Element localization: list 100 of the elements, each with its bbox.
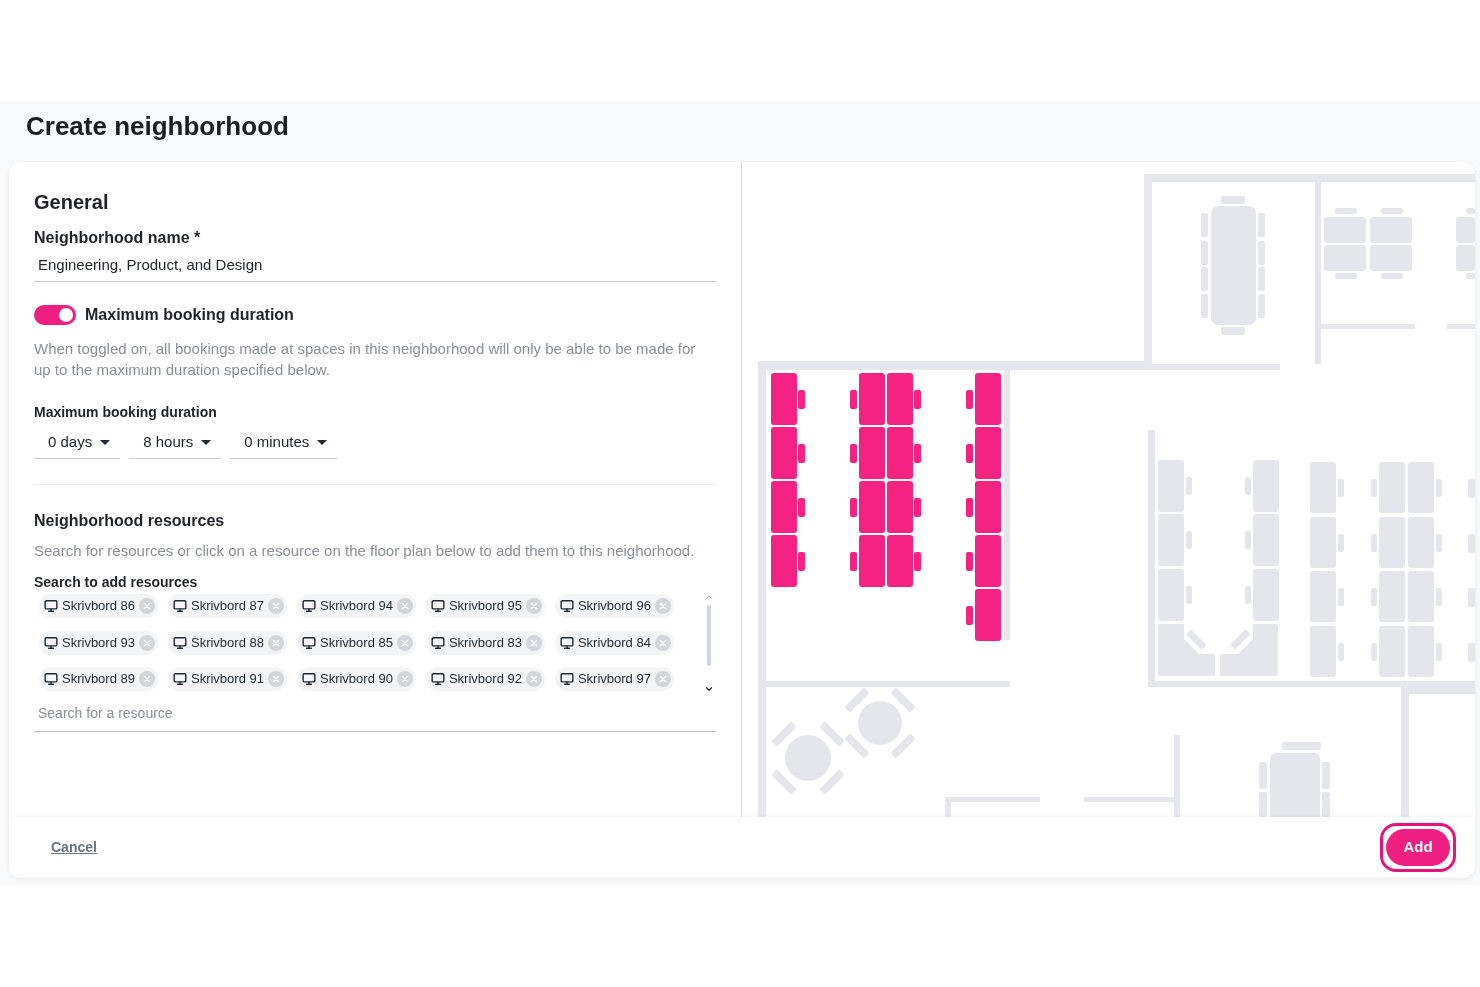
duration-select[interactable]: 8 hours <box>129 427 222 459</box>
desk[interactable] <box>966 373 1001 425</box>
chair <box>1322 762 1330 789</box>
section-heading: General <box>34 190 110 215</box>
monitor-icon <box>44 635 58 650</box>
remove-icon[interactable] <box>267 634 284 651</box>
desk[interactable] <box>771 481 805 533</box>
remove-icon[interactable] <box>139 671 155 688</box>
desk[interactable] <box>850 535 885 587</box>
chip-label: Skrivbord 87 <box>191 598 264 614</box>
desk[interactable] <box>771 535 805 587</box>
field-label: Search to add resources <box>34 573 199 592</box>
desk[interactable] <box>966 535 1001 587</box>
chair <box>1468 588 1475 607</box>
wall <box>1447 324 1475 329</box>
monitor-icon <box>301 635 316 650</box>
monitor-icon <box>430 635 445 650</box>
remove-icon[interactable] <box>139 634 155 651</box>
round-table <box>858 701 902 745</box>
description-text: When toggled on, all bookings made at spaces in this neighborhood will only be able to be made for up to the maximum duration specified below. <box>34 339 697 380</box>
cancel-link[interactable]: Cancel <box>51 837 97 858</box>
monitor-icon <box>173 599 187 613</box>
monitor-icon <box>301 672 316 687</box>
search-field[interactable]: Search for a resource <box>34 703 716 732</box>
toggle-switch[interactable] <box>34 305 76 325</box>
remove-icon[interactable] <box>654 598 671 614</box>
section-heading: Neighborhood resources <box>34 511 226 531</box>
desk[interactable] <box>771 373 805 425</box>
chip-label: Skrivbord 91 <box>191 671 264 688</box>
monitor-icon <box>559 599 574 613</box>
toggle-label: Maximum booking duration <box>85 305 294 325</box>
desk[interactable] <box>887 373 921 425</box>
duration-select[interactable]: 0 minutes <box>230 427 338 459</box>
monitor-icon <box>173 672 187 687</box>
chair <box>1201 294 1208 318</box>
desk[interactable] <box>966 427 1001 479</box>
chair <box>1258 213 1265 237</box>
chair <box>1201 213 1208 237</box>
chip-label: Skrivbord 95 <box>448 598 522 614</box>
chair <box>1201 267 1208 291</box>
add-button[interactable]: Add <box>1380 823 1456 872</box>
desk[interactable] <box>850 481 885 533</box>
remove-icon[interactable] <box>396 598 413 614</box>
monitor-icon <box>559 672 574 687</box>
chip-label: Skrivbord 94 <box>319 598 393 614</box>
chair <box>1221 196 1245 204</box>
field-label: Maximum booking duration <box>34 403 218 422</box>
monitor-icon <box>44 599 58 613</box>
desk[interactable] <box>887 427 921 479</box>
chair <box>1468 534 1475 553</box>
chair <box>1221 327 1245 335</box>
chair <box>1259 792 1267 817</box>
remove-icon[interactable] <box>396 634 413 651</box>
remove-icon[interactable] <box>654 671 671 688</box>
chip-label: Skrivbord 83 <box>448 634 522 651</box>
name-field[interactable]: Engineering, Product, and Design <box>34 255 716 282</box>
corner-desk <box>1158 624 1215 676</box>
chip-label: Skrivbord 85 <box>319 634 393 651</box>
caret-icon <box>100 440 111 445</box>
chair <box>1468 479 1475 498</box>
page-title: Create neighborhood <box>26 110 289 142</box>
desk[interactable] <box>887 481 921 533</box>
scrollbar-thumb[interactable] <box>707 605 711 666</box>
chip-label: Skrivbord 92 <box>448 671 522 688</box>
chip-label: Skrivbord 86 <box>62 598 135 614</box>
description-text: Search for resources or click on a resource on the floor plan below to add them to this neighorhood. <box>34 541 696 561</box>
caret-icon <box>201 440 212 445</box>
chip-label: Skrivbord 88 <box>191 634 264 651</box>
chair <box>1258 294 1265 318</box>
chip-label: Skrivbord 97 <box>577 671 651 688</box>
remove-icon[interactable] <box>525 598 542 614</box>
monitor-icon <box>430 599 445 613</box>
chip-label: Skrivbord 93 <box>62 634 135 651</box>
monitor-icon <box>430 672 445 687</box>
remove-icon[interactable] <box>139 598 155 614</box>
remove-icon[interactable] <box>267 671 284 688</box>
caret-icon <box>317 440 328 445</box>
monitor-icon <box>173 635 187 650</box>
duration-select[interactable]: 0 days <box>34 427 121 459</box>
chevron-up-icon[interactable] <box>704 592 714 602</box>
chip-label: Skrivbord 84 <box>577 634 651 651</box>
chair <box>1258 241 1265 265</box>
desk[interactable] <box>887 535 921 587</box>
desk[interactable] <box>850 373 885 425</box>
chair <box>1201 241 1208 265</box>
remove-icon[interactable] <box>525 671 542 688</box>
remove-icon[interactable] <box>525 634 542 651</box>
desk[interactable] <box>850 427 885 479</box>
remove-icon[interactable] <box>267 598 284 614</box>
chip-label: Skrivbord 90 <box>319 671 393 688</box>
desk[interactable] <box>966 481 1001 533</box>
remove-icon[interactable] <box>654 634 671 651</box>
desk[interactable] <box>771 427 805 479</box>
chair <box>1322 792 1330 817</box>
chevron-down-icon[interactable] <box>704 684 714 694</box>
desk[interactable] <box>966 589 1001 641</box>
remove-icon[interactable] <box>396 671 413 688</box>
chair <box>1259 762 1267 789</box>
monitor-icon <box>44 672 58 687</box>
table <box>1270 753 1320 817</box>
